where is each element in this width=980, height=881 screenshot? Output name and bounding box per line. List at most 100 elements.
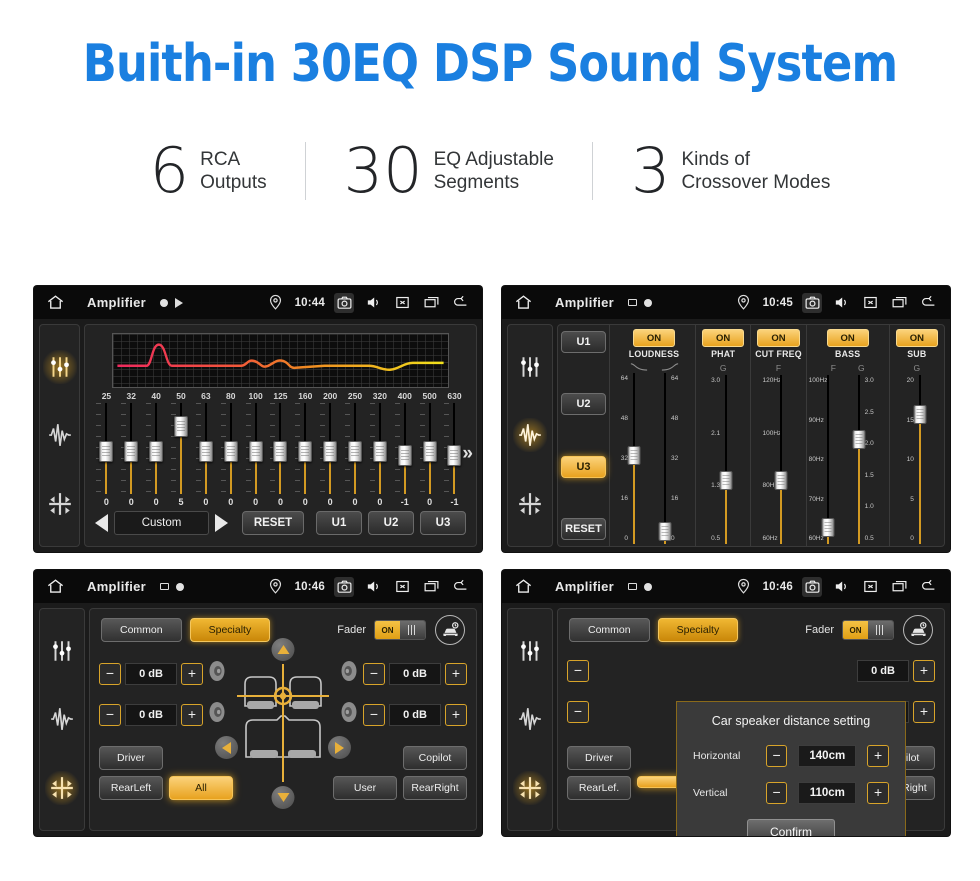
db-value[interactable]: 0 dB: [857, 660, 909, 682]
sidebar-item-balance[interactable]: [45, 770, 79, 805]
eq-band[interactable]: 0: [243, 403, 268, 507]
eq-slider-knob[interactable]: [422, 441, 437, 462]
close-box-icon[interactable]: [860, 577, 880, 597]
plus-button[interactable]: +: [913, 660, 935, 682]
camera-icon[interactable]: [802, 292, 822, 313]
back-icon[interactable]: [918, 293, 938, 313]
reset-button[interactable]: RESET: [242, 511, 304, 535]
horizontal-minus-button[interactable]: −: [765, 745, 788, 767]
loudness-slider-1[interactable]: 64 48 32 16 0: [614, 373, 648, 544]
home-icon[interactable]: [514, 293, 533, 312]
phat-on-button[interactable]: ON: [702, 329, 745, 347]
tab-specialty[interactable]: Specialty: [657, 618, 739, 642]
loudness-slider-2[interactable]: 64 48 32 16 0: [658, 373, 694, 544]
eq-slider-knob[interactable]: [397, 445, 412, 466]
seat-rearright-button[interactable]: RearRight: [403, 776, 467, 800]
eq-band[interactable]: 5: [169, 403, 194, 507]
plus-button[interactable]: +: [913, 701, 935, 723]
bass-on-button[interactable]: ON: [826, 329, 869, 347]
eq-band[interactable]: 0: [293, 403, 318, 507]
db-value[interactable]: 0 dB: [389, 662, 441, 685]
back-icon[interactable]: [918, 577, 938, 597]
camera-icon[interactable]: [802, 576, 822, 597]
sidebar-item-balance[interactable]: [43, 487, 77, 521]
sidebar-item-equalizer[interactable]: [45, 634, 79, 668]
sidebar-item-dsp-waveform[interactable]: [513, 702, 547, 736]
vertical-minus-button[interactable]: −: [765, 782, 788, 804]
slider-knob[interactable]: [658, 521, 672, 541]
recent-apps-icon[interactable]: [421, 577, 441, 597]
seat-copilot-button[interactable]: Copilot: [403, 746, 467, 770]
eq-slider-knob[interactable]: [298, 441, 313, 462]
bass-freq-slider[interactable]: 100Hz 90Hz 80Hz 70Hz 60Hz: [808, 375, 842, 544]
cutfreq-on-button[interactable]: ON: [757, 329, 800, 347]
next-preset-icon[interactable]: [215, 514, 228, 532]
preset-u1-button[interactable]: U1: [561, 331, 606, 353]
eq-band[interactable]: 0: [144, 403, 169, 507]
car-seat-diagram[interactable]: [237, 664, 329, 782]
eq-band[interactable]: 0: [218, 403, 243, 507]
vertical-plus-button[interactable]: +: [867, 782, 889, 804]
eq-slider-knob[interactable]: [223, 441, 238, 462]
eq-slider-knob[interactable]: [198, 441, 213, 462]
seat-all-button[interactable]: All: [169, 776, 233, 800]
eq-slider-knob[interactable]: [174, 416, 188, 437]
eq-band[interactable]: 0: [268, 403, 293, 507]
db-value[interactable]: 0 dB: [125, 703, 177, 726]
tab-common[interactable]: Common: [569, 618, 650, 642]
car-settings-icon[interactable]: [903, 615, 933, 645]
eq-slider-knob[interactable]: [248, 441, 263, 462]
nav-down-button[interactable]: [271, 786, 295, 809]
eq-slider-knob[interactable]: [372, 441, 387, 462]
sub-on-button[interactable]: ON: [895, 329, 938, 347]
phat-slider[interactable]: 3.0 2.1 1.3 0.5: [706, 375, 740, 544]
reset-button[interactable]: RESET: [561, 517, 606, 540]
slider-knob[interactable]: [913, 405, 927, 425]
sidebar-item-equalizer[interactable]: [42, 350, 77, 385]
preset-name[interactable]: Custom: [114, 511, 209, 535]
horizontal-value[interactable]: 140cm: [798, 745, 857, 767]
horizontal-plus-button[interactable]: +: [867, 745, 889, 767]
eq-band[interactable]: 0: [94, 403, 119, 507]
seat-rearleft-button[interactable]: RearLeft: [99, 776, 163, 800]
vertical-value[interactable]: 110cm: [798, 782, 857, 804]
minus-button[interactable]: −: [567, 701, 589, 723]
eq-slider-knob[interactable]: [149, 441, 164, 462]
close-box-icon[interactable]: [392, 293, 412, 313]
sidebar-item-dsp-waveform[interactable]: [513, 418, 547, 453]
eq-band[interactable]: 0: [119, 403, 144, 507]
sidebar-item-dsp-waveform[interactable]: [45, 702, 79, 736]
eq-slider-knob[interactable]: [273, 441, 288, 462]
volume-icon[interactable]: [363, 293, 383, 313]
db-value[interactable]: 0 dB: [125, 662, 177, 685]
minus-button[interactable]: −: [363, 662, 385, 685]
db-value[interactable]: 0 dB: [389, 703, 441, 726]
seat-driver-button[interactable]: Driver: [99, 746, 163, 770]
plus-button[interactable]: +: [181, 703, 203, 726]
cutfreq-slider[interactable]: 120Hz 100Hz 80Hz 60Hz: [761, 375, 795, 544]
sub-slider[interactable]: 20 15 10 5 0: [900, 375, 934, 544]
back-icon[interactable]: [450, 293, 470, 313]
camera-icon[interactable]: [334, 292, 354, 313]
more-bands-icon[interactable]: »: [462, 443, 473, 465]
eq-band[interactable]: 0: [343, 403, 368, 507]
recent-apps-icon[interactable]: [421, 293, 441, 313]
home-icon[interactable]: [46, 577, 65, 596]
plus-button[interactable]: +: [445, 703, 467, 726]
slider-knob[interactable]: [821, 518, 835, 538]
eq-slider-knob[interactable]: [124, 441, 139, 462]
eq-slider-knob[interactable]: [323, 441, 338, 462]
volume-icon[interactable]: [831, 577, 851, 597]
bass-gain-slider[interactable]: 3.0 2.5 2.0 1.5 1.0 0.5: [852, 375, 888, 544]
eq-band[interactable]: 0: [417, 403, 442, 507]
eq-slider-knob[interactable]: [447, 445, 462, 466]
sidebar-item-equalizer[interactable]: [513, 350, 547, 384]
confirm-button[interactable]: Confirm: [746, 819, 835, 836]
preset-u1-button[interactable]: U1: [316, 511, 362, 535]
prev-preset-icon[interactable]: [95, 514, 108, 532]
car-settings-icon[interactable]: [435, 615, 465, 645]
minus-button[interactable]: −: [363, 703, 385, 726]
preset-u2-button[interactable]: U2: [368, 511, 414, 535]
eq-band[interactable]: -1: [392, 403, 417, 507]
home-icon[interactable]: [46, 293, 65, 312]
